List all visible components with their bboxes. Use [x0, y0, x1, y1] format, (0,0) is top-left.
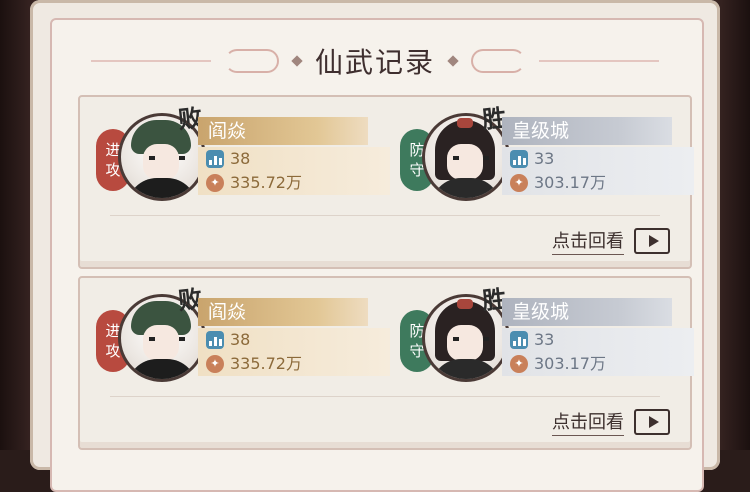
replay-button[interactable]: 点击回看	[552, 408, 670, 436]
replay-label: 点击回看	[552, 408, 624, 436]
attacker-panel: 进 攻 败 阎焱 38 ✦ 335.72万	[94, 284, 390, 385]
card-divider	[110, 215, 660, 216]
attacker-level-row: 38	[198, 328, 390, 352]
power-coin-icon: ✦	[206, 174, 224, 192]
power-coin-icon: ✦	[206, 355, 224, 373]
attacker-power-row: ✦ 335.72万	[198, 352, 390, 376]
header-line-right	[539, 60, 659, 62]
level-bars-icon	[206, 331, 224, 349]
level-bars-icon	[510, 331, 528, 349]
defender-level: 33	[534, 330, 555, 349]
defender-level: 33	[534, 149, 555, 168]
defender-power: 303.17万	[534, 173, 606, 192]
attacker-power-row: ✦ 335.72万	[198, 171, 390, 195]
defender-panel: 防 守 胜 皇级城 33 ✦ 303.17万	[398, 103, 694, 204]
attacker-panel: 进 攻 败 阎焱 38 ✦ 335.72万	[94, 103, 390, 204]
cloud-ornament-left-icon	[224, 49, 279, 73]
page-title: 仙武记录	[314, 46, 435, 79]
attacker-level: 38	[230, 330, 251, 349]
defender-panel: 防 守 胜 皇级城 33 ✦ 303.17万	[398, 284, 694, 385]
attacker-level: 38	[230, 149, 251, 168]
play-icon[interactable]	[634, 228, 670, 254]
header-line-left	[90, 60, 211, 62]
defender-level-row: 33	[502, 328, 694, 352]
attacker-name: 阎焱	[198, 117, 368, 145]
defender-name: 皇级城	[502, 298, 672, 326]
attacker-power: 335.72万	[230, 354, 302, 373]
panel-header: 仙武记录	[0, 38, 750, 84]
diamond-ornament-icon	[291, 55, 303, 67]
level-bars-icon	[206, 150, 224, 168]
play-icon[interactable]	[634, 409, 670, 435]
card-divider	[110, 396, 660, 397]
battle-record-card: 进 攻 败 阎焱 38 ✦ 335.72万 防 守 胜 皇级城 33 ✦ 303…	[78, 95, 694, 269]
level-bars-icon	[510, 150, 528, 168]
cloud-ornament-right-icon	[471, 49, 525, 73]
defender-power-row: ✦ 303.17万	[502, 171, 694, 195]
defender-name: 皇级城	[502, 117, 672, 145]
attacker-power: 335.72万	[230, 173, 302, 192]
defender-power: 303.17万	[534, 354, 606, 373]
replay-button[interactable]: 点击回看	[552, 227, 670, 255]
battle-record-card: 进 攻 败 阎焱 38 ✦ 335.72万 防 守 胜 皇级城 33 ✦ 303…	[78, 276, 694, 450]
power-coin-icon: ✦	[510, 174, 528, 192]
power-coin-icon: ✦	[510, 355, 528, 373]
defender-power-row: ✦ 303.17万	[502, 352, 694, 376]
attacker-name: 阎焱	[198, 298, 368, 326]
defender-level-row: 33	[502, 147, 694, 171]
attacker-level-row: 38	[198, 147, 390, 171]
replay-label: 点击回看	[552, 227, 624, 255]
diamond-ornament-icon	[447, 55, 459, 67]
